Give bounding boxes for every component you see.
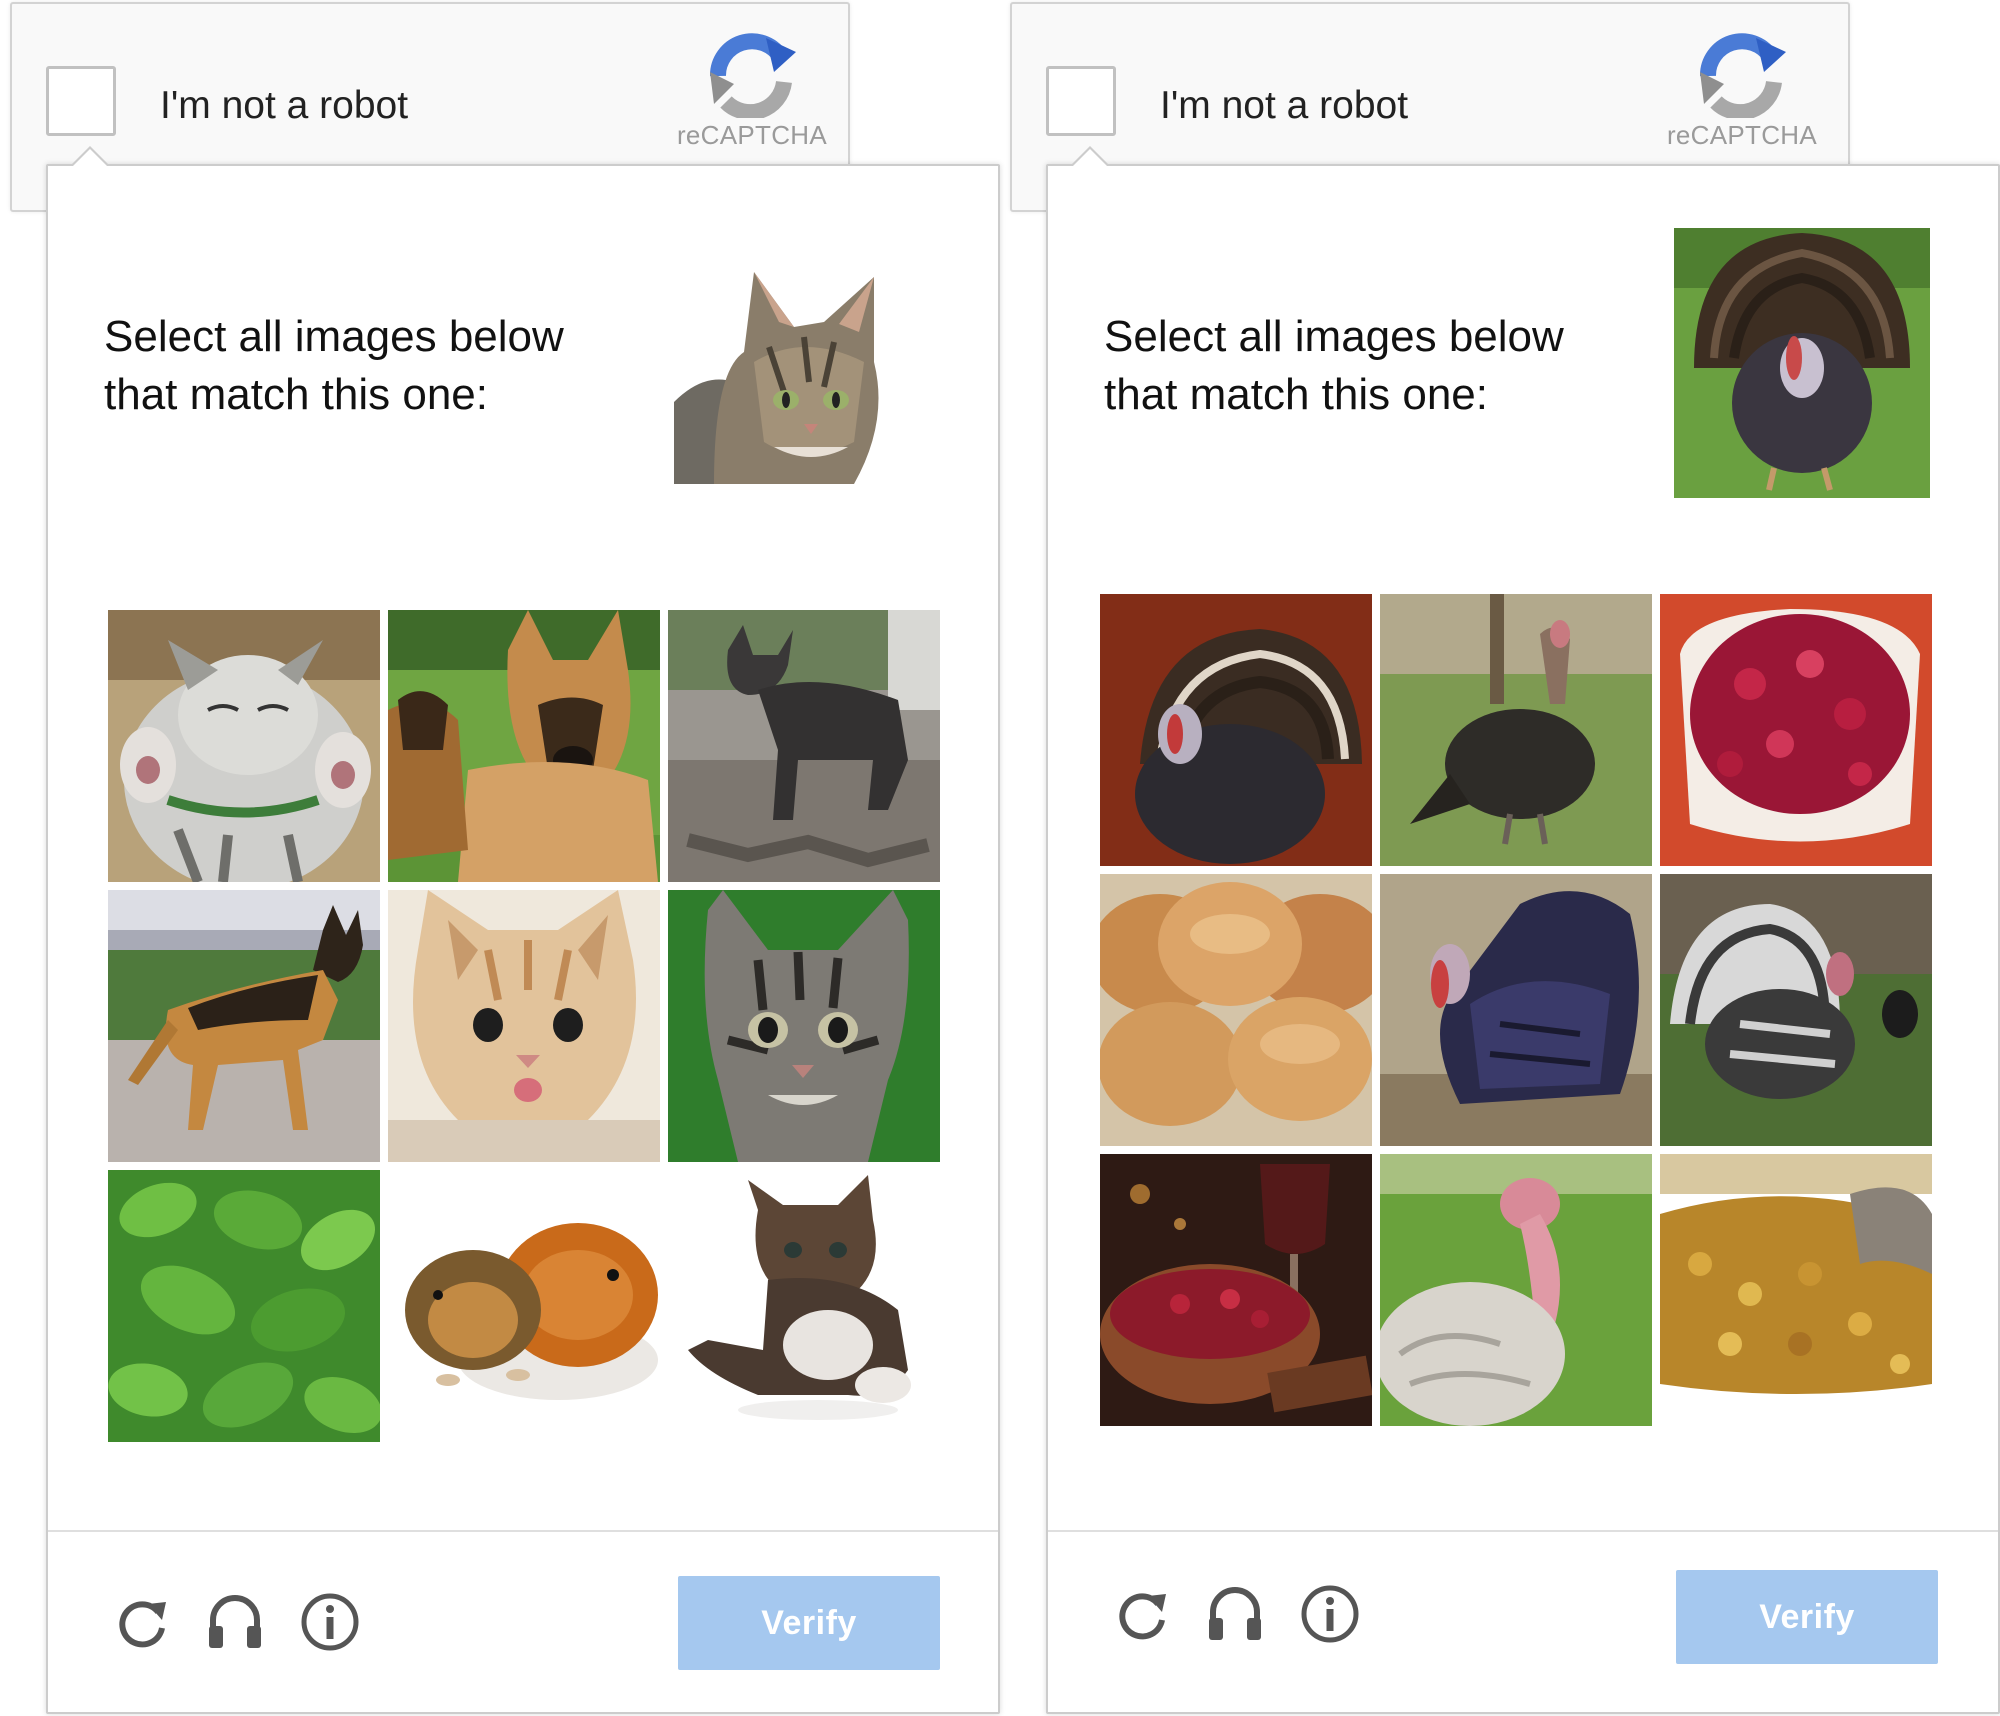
recaptcha-logo-text: reCAPTCHA [676, 120, 828, 150]
tile-tabby-kitten[interactable] [668, 890, 940, 1162]
instruction-line-2: that match this one: [1104, 370, 1488, 419]
challenge-popup: Select all images below that match this … [1046, 146, 2000, 1714]
tile-turkey-grass[interactable] [1380, 594, 1652, 866]
tile-cranberries-wine[interactable] [1100, 1154, 1372, 1426]
challenge-footer: Verify [1048, 1530, 1998, 1712]
not-robot-label: I'm not a robot [160, 84, 409, 127]
instruction-line-2: that match this one: [104, 370, 488, 419]
recaptcha-logo: reCAPTCHA [672, 32, 832, 162]
tile-green-leaves[interactable] [108, 1170, 380, 1442]
challenge-instructions: Select all images below that match this … [1104, 308, 1624, 424]
reload-icon[interactable] [110, 1590, 174, 1654]
popup-pointer [70, 146, 110, 167]
instruction-line-1: Select all images below [1104, 312, 1564, 361]
info-icon[interactable] [1298, 1582, 1362, 1646]
not-robot-checkbox[interactable] [1046, 66, 1116, 136]
sample-image-turkey [1674, 228, 1930, 498]
tile-kitten[interactable] [108, 610, 380, 882]
image-grid [108, 610, 940, 1442]
popup-pointer [1070, 146, 1110, 167]
recaptcha-logo: reCAPTCHA [1662, 32, 1822, 162]
headphones-icon[interactable] [203, 1590, 267, 1654]
recaptcha-logo-text: reCAPTCHA [1666, 120, 1818, 150]
reload-icon[interactable] [1110, 1582, 1174, 1646]
tile-turkey-dark[interactable] [1380, 874, 1652, 1146]
tile-white-turkey[interactable] [1380, 1154, 1652, 1426]
tile-guinea-pigs[interactable] [388, 1170, 660, 1442]
tile-cranberry-sauce[interactable] [1660, 594, 1932, 866]
tile-german-shepherd-dogs[interactable] [388, 610, 660, 882]
verify-button[interactable]: Verify [1676, 1570, 1938, 1664]
sample-image-cat [674, 252, 904, 484]
info-icon[interactable] [298, 1590, 362, 1654]
instruction-line-1: Select all images below [104, 312, 564, 361]
tile-turkey-white-fan[interactable] [1660, 874, 1932, 1146]
not-robot-label: I'm not a robot [1160, 84, 1409, 127]
tile-dark-dog[interactable] [668, 610, 940, 882]
tile-turkey-fan[interactable] [1100, 594, 1372, 866]
recaptcha-logo-icon [709, 33, 796, 118]
not-robot-checkbox[interactable] [46, 66, 116, 136]
tile-german-shepherd[interactable] [108, 890, 380, 1162]
tile-fluffy-kitten[interactable] [668, 1170, 940, 1442]
headphones-icon[interactable] [1203, 1582, 1267, 1646]
tile-stuffing[interactable] [1660, 1154, 1932, 1426]
verify-button[interactable]: Verify [678, 1576, 940, 1670]
recaptcha-logo-icon [1699, 33, 1786, 118]
challenge-popup: Select all images below that match this … [46, 146, 1000, 1714]
challenge-footer: Verify [48, 1530, 998, 1712]
challenge-instructions: Select all images below that match this … [104, 308, 624, 424]
tile-orange-kitten[interactable] [388, 890, 660, 1162]
tile-bread-rolls[interactable] [1100, 874, 1372, 1146]
image-grid [1100, 594, 1932, 1426]
